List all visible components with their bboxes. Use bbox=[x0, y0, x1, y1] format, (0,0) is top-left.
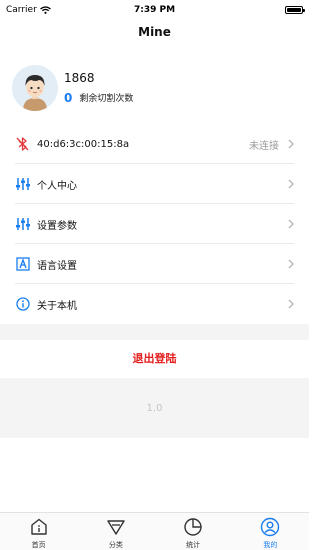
battery-icon bbox=[285, 6, 305, 14]
settings-label: 设置参数 bbox=[37, 220, 77, 232]
chevron-right-icon bbox=[288, 139, 294, 149]
user-phone: 1868 bbox=[64, 70, 95, 85]
list-item-about[interactable]: 关于本机 bbox=[0, 284, 309, 324]
status-bar: Carrier 7:39 PM bbox=[0, 0, 309, 20]
remain-count: 0 bbox=[64, 90, 73, 105]
bluetooth-disabled-icon bbox=[15, 137, 30, 152]
connection-status: 未连接 bbox=[249, 140, 279, 152]
language-icon bbox=[15, 257, 30, 272]
list-item-personal-center[interactable]: 个人中心 bbox=[0, 164, 309, 204]
list-item-language[interactable]: 语言设置 bbox=[0, 244, 309, 284]
page-title: Mine bbox=[138, 25, 171, 39]
sliders-icon bbox=[15, 217, 30, 232]
tab-mine-label: 我的 bbox=[263, 541, 278, 549]
user-icon bbox=[261, 517, 280, 537]
section-divider bbox=[0, 324, 309, 340]
version-label: 1.0 bbox=[0, 378, 309, 438]
tab-statistics-label: 统计 bbox=[186, 541, 201, 549]
chevron-right-icon bbox=[288, 179, 294, 189]
list-item-device[interactable]: 40:d6:3c:00:15:8a 未连接 bbox=[0, 124, 309, 164]
category-icon bbox=[107, 520, 125, 535]
tab-mine[interactable]: 我的 bbox=[232, 513, 309, 550]
about-label: 关于本机 bbox=[37, 300, 77, 312]
device-address: 40:d6:3c:00:15:8a bbox=[37, 138, 130, 150]
list-item-settings[interactable]: 设置参数 bbox=[0, 204, 309, 244]
language-label: 语言设置 bbox=[37, 260, 77, 272]
sliders-icon bbox=[15, 177, 30, 192]
tab-bar: 首页 分类 统计 我的 bbox=[0, 512, 309, 550]
pie-chart-icon bbox=[184, 518, 202, 536]
personal-center-label: 个人中心 bbox=[37, 180, 77, 192]
chevron-right-icon bbox=[288, 299, 294, 309]
tab-home-label: 首页 bbox=[31, 541, 46, 549]
tab-statistics[interactable]: 统计 bbox=[155, 513, 232, 550]
avatar[interactable] bbox=[12, 64, 58, 111]
tab-category[interactable]: 分类 bbox=[77, 513, 154, 550]
wifi-icon bbox=[39, 6, 51, 14]
home-icon bbox=[30, 518, 47, 535]
info-icon bbox=[15, 297, 30, 312]
carrier-label: Carrier bbox=[6, 5, 37, 15]
chevron-right-icon bbox=[288, 219, 294, 229]
tab-home[interactable]: 首页 bbox=[0, 513, 77, 550]
remain-label: 剩余切割次数 bbox=[79, 94, 134, 104]
chevron-right-icon bbox=[288, 259, 294, 269]
tab-category-label: 分类 bbox=[108, 541, 123, 549]
profile-card[interactable]: 1868 0 剩余切割次数 bbox=[12, 60, 297, 115]
logout-button[interactable]: 退出登陆 bbox=[0, 340, 309, 378]
settings-list: 40:d6:3c:00:15:8a 未连接 个人中心 设置参数 语言设置 关于本… bbox=[0, 124, 309, 324]
